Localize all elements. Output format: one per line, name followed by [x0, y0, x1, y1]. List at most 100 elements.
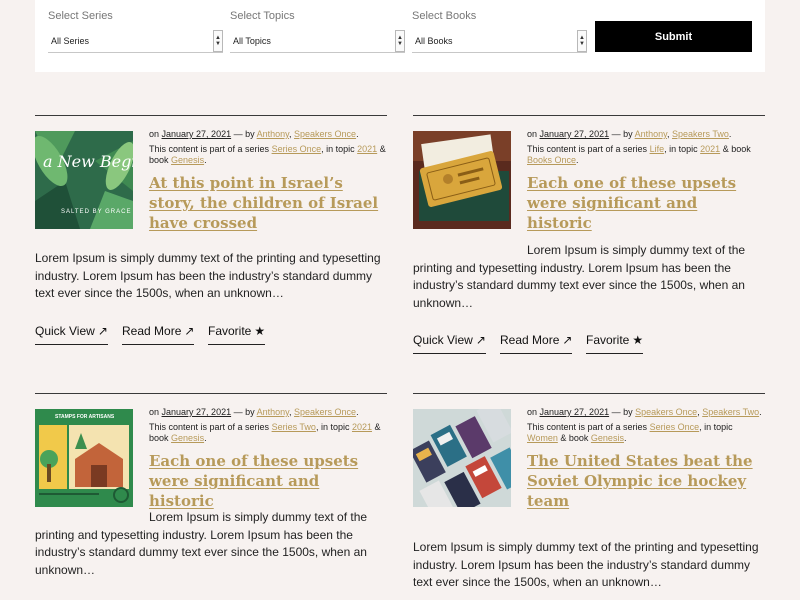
read-more-button[interactable]: Read More ↗ — [122, 324, 195, 345]
series-link[interactable]: Series Two — [272, 422, 316, 432]
meta-by: — by — [233, 407, 255, 417]
in-topic-text: , in topic — [699, 422, 733, 432]
card-divider — [413, 115, 765, 116]
post-date-link[interactable]: January 27, 2021 — [540, 407, 610, 417]
dropdown-arrow-icon[interactable]: ▲ ▼ — [213, 30, 223, 52]
read-more-button[interactable]: Read More ↗ — [500, 333, 573, 354]
meta-period: . — [204, 155, 207, 165]
post-meta: on January 27, 2021 — by Anthony, Speake… — [527, 129, 765, 233]
author-link[interactable]: Speakers Once — [294, 407, 356, 417]
meta-comma: , — [667, 129, 670, 139]
books-select-value: All Books — [415, 36, 453, 46]
favorite-button[interactable]: Favorite ★ — [208, 324, 266, 345]
series-link[interactable]: Series Once — [272, 144, 322, 154]
quick-view-button[interactable]: Quick View ↗ — [35, 324, 108, 345]
series-link[interactable]: Series Once — [650, 422, 700, 432]
meta-comma: , — [289, 129, 292, 139]
book-link[interactable]: Genesis — [591, 433, 624, 443]
meta-comma: , — [697, 407, 700, 417]
series-prefix: This content is part of a series — [527, 422, 648, 432]
arrow-up-right-icon: ↗ — [97, 324, 108, 338]
series-select[interactable]: All Series ▲ ▼ — [48, 27, 223, 53]
post-excerpt-text: Lorem Ipsum is simply dummy text of the … — [413, 243, 746, 310]
post-date-link[interactable]: January 27, 2021 — [162, 129, 232, 139]
author-link[interactable]: Anthony — [257, 407, 289, 417]
post-date-link[interactable]: January 27, 2021 — [162, 407, 232, 417]
filter-bar: Select Series All Series ▲ ▼ Select Topic… — [35, 0, 765, 72]
post-title-link[interactable]: The United States beat the Soviet Olympi… — [527, 451, 765, 511]
topic-link[interactable]: 2021 — [357, 144, 377, 154]
post-series-line: This content is part of a series Series … — [527, 422, 765, 444]
post-date-link[interactable]: January 27, 2021 — [540, 129, 610, 139]
topic-link[interactable]: 2021 — [352, 422, 372, 432]
read-more-label: Read More — [122, 324, 182, 338]
read-more-label: Read More — [500, 333, 560, 347]
card-divider — [35, 393, 387, 394]
books-filter-label: Select Books — [412, 10, 477, 22]
post-excerpt: Lorem Ipsum is simply dummy text of the … — [35, 251, 381, 300]
meta-period: . — [576, 155, 579, 165]
books-select[interactable]: All Books ▲ ▼ — [412, 27, 587, 53]
author-link[interactable]: Speakers Two — [672, 129, 729, 139]
post-title-link[interactable]: Each one of these upsets were significan… — [527, 173, 765, 233]
post-meta: on January 27, 2021 — by Speakers Once, … — [527, 407, 765, 511]
arrow-up-right-icon: ↗ — [562, 333, 573, 347]
arrow-up-right-icon: ↗ — [184, 324, 195, 338]
post-title-link[interactable]: Each one of these upsets were significan… — [149, 451, 387, 511]
post-thumbnail[interactable]: a New Beginning SALTED BY GRACE — [35, 131, 133, 229]
in-topic-text: , in topic — [315, 422, 350, 432]
card-divider — [35, 115, 387, 116]
series-prefix: This content is part of a series — [527, 144, 648, 154]
in-topic-text: , in topic — [321, 144, 355, 154]
series-link[interactable]: Life — [650, 144, 665, 154]
meta-period: . — [356, 407, 359, 417]
meta-on: on — [527, 407, 538, 417]
quick-view-label: Quick View — [413, 333, 473, 347]
quick-view-button[interactable]: Quick View ↗ — [413, 333, 486, 354]
topic-link[interactable]: Women — [527, 433, 558, 443]
author-link[interactable]: Anthony — [257, 129, 289, 139]
author-link[interactable]: Speakers Two — [702, 407, 759, 417]
series-select-value: All Series — [51, 36, 90, 46]
meta-on: on — [527, 129, 538, 139]
arrow-up-right-icon: ↗ — [475, 333, 486, 347]
meta-period: . — [356, 129, 359, 139]
series-prefix: This content is part of a series — [149, 422, 270, 432]
post-excerpt: Lorem Ipsum is simply dummy text of the … — [413, 242, 765, 312]
post-meta: on January 27, 2021 — by Anthony, Speake… — [149, 129, 387, 233]
thumb-subtitle: SALTED BY GRACE — [61, 209, 131, 215]
favorite-button[interactable]: Favorite ★ — [586, 333, 644, 354]
star-icon: ★ — [632, 333, 644, 347]
submit-button[interactable]: Submit — [595, 21, 752, 52]
meta-period: . — [204, 433, 207, 443]
topics-filter: Select Topics All Topics ▲ ▼ — [230, 10, 405, 53]
post-excerpt-text: Lorem Ipsum is simply dummy text of the … — [35, 510, 368, 577]
author-link[interactable]: Speakers Once — [294, 129, 356, 139]
post-thumbnail[interactable]: STAMPS FOR ARTISANS — [35, 409, 133, 507]
in-topic-text: , in topic — [664, 144, 698, 154]
topic-link[interactable]: 2021 — [700, 144, 720, 154]
book-link[interactable]: Genesis — [171, 433, 204, 443]
quick-view-label: Quick View — [35, 324, 95, 338]
topics-select[interactable]: All Topics ▲ ▼ — [230, 27, 405, 53]
dropdown-arrow-icon[interactable]: ▲ ▼ — [577, 30, 587, 52]
post-series-line: This content is part of a series Series … — [149, 422, 387, 444]
post-thumbnail[interactable] — [413, 131, 511, 229]
author-link[interactable]: Speakers Once — [635, 407, 697, 417]
topics-select-value: All Topics — [233, 36, 271, 46]
book-link[interactable]: Books Once — [527, 155, 576, 165]
meta-period: . — [728, 129, 732, 139]
meta-period: . — [759, 407, 762, 417]
post-meta: on January 27, 2021 — by Anthony, Speake… — [149, 407, 387, 511]
meta-by: — by — [611, 407, 633, 417]
meta-comma: , — [289, 407, 292, 417]
meta-on: on — [149, 129, 160, 139]
post-title-link[interactable]: At this point in Israel’s story, the chi… — [149, 173, 381, 233]
star-icon: ★ — [254, 324, 266, 338]
favorite-label: Favorite — [208, 324, 252, 338]
and-book-text: & book — [722, 144, 751, 154]
author-link[interactable]: Anthony — [635, 129, 667, 139]
book-link[interactable]: Genesis — [171, 155, 204, 165]
post-thumbnail[interactable] — [413, 409, 511, 507]
dropdown-arrow-icon[interactable]: ▲ ▼ — [395, 30, 405, 52]
